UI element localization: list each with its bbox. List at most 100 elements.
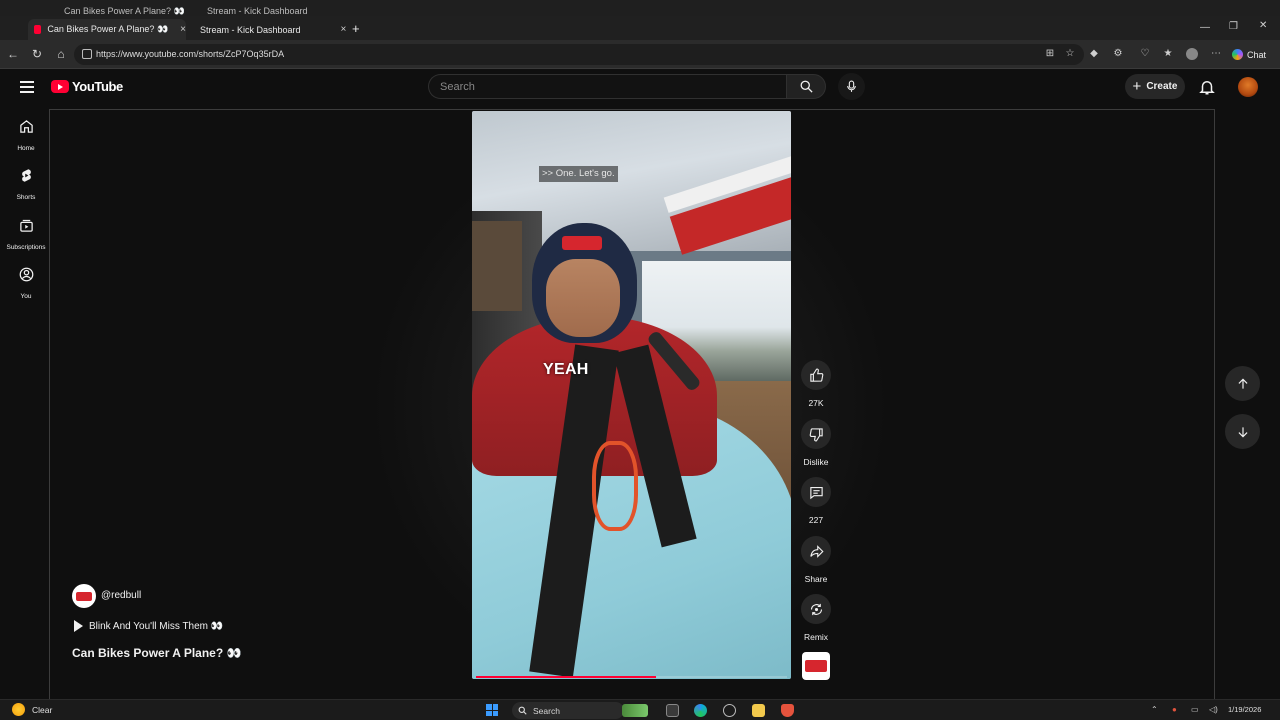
favorite-star-icon[interactable]: ☆ [1064, 48, 1076, 60]
display-icon[interactable]: ▭ [1191, 705, 1199, 714]
address-bar[interactable]: https://www.youtube.com/shorts/ZcP7Oq35r… [74, 44, 1084, 65]
copilot-icon [1232, 49, 1243, 60]
search-button[interactable] [786, 74, 826, 99]
brave-browser-icon[interactable] [781, 704, 794, 717]
create-button[interactable]: + Create [1125, 74, 1185, 99]
playlist-link[interactable]: Blink And You'll Miss Them 👀 [74, 620, 223, 632]
create-label: Create [1146, 81, 1178, 92]
search-input[interactable]: Search [428, 74, 786, 99]
voice-search-button[interactable] [838, 73, 865, 100]
youtube-favicon-icon [34, 25, 42, 34]
short-video[interactable] [472, 111, 791, 679]
close-icon[interactable]: × [180, 24, 186, 35]
taskbar-search[interactable]: Search [512, 702, 624, 719]
menu-icon[interactable] [20, 81, 34, 93]
plus-icon: + [1132, 78, 1142, 95]
dislike-button[interactable]: Dislike [799, 419, 833, 467]
lock-icon [82, 49, 92, 59]
address-url[interactable]: https://www.youtube.com/shorts/ZcP7Oq35r… [96, 49, 284, 59]
like-count: 27K [808, 398, 824, 408]
guide-label-you: You [20, 293, 32, 300]
comment-count: 227 [808, 515, 824, 525]
reload-icon[interactable]: ↻ [29, 46, 45, 62]
tray-app-icon[interactable]: ● [1172, 705, 1177, 714]
tab-youtube[interactable]: Can Bikes Power A Plane? 👀 × [28, 19, 186, 40]
channel-avatar[interactable] [72, 584, 96, 608]
weather-sun-icon [12, 703, 25, 716]
back-icon[interactable]: ← [5, 46, 21, 62]
dislike-label: Dislike [803, 457, 829, 467]
youtube-logo-text: YouTube [72, 79, 123, 94]
restore-icon[interactable]: ❐ [1229, 21, 1238, 32]
taskbar-date: 1/19/2026 [1228, 705, 1262, 714]
youtube-header: YouTube Search + Create [0, 70, 1280, 106]
search-highlight-icon[interactable] [622, 704, 648, 717]
file-explorer-icon[interactable] [752, 704, 765, 717]
tab-kick[interactable]: Stream - Kick Dashboard × [188, 19, 346, 40]
like-button[interactable]: 27K [799, 360, 833, 408]
window-close-icon[interactable]: ✕ [1259, 20, 1267, 31]
youtube-play-icon [51, 80, 69, 93]
chat-label: Chat [1247, 49, 1267, 60]
app-circle-icon[interactable] [723, 704, 736, 717]
profile-avatar[interactable] [1186, 48, 1198, 60]
you-icon [19, 267, 33, 282]
channel-handle[interactable]: @redbull [101, 590, 141, 601]
remix-button[interactable]: Remix [799, 594, 833, 642]
playlist-title: Blink And You'll Miss Them 👀 [89, 620, 224, 632]
previous-short-button[interactable] [1225, 366, 1260, 401]
guide-item-you[interactable]: You [0, 267, 52, 303]
closed-caption: >> One. Let's go. [539, 166, 618, 182]
video-progress-fill [476, 676, 657, 678]
redbull-logo-icon [76, 591, 92, 601]
arrow-down-icon [1238, 426, 1247, 437]
guide-item-shorts[interactable]: Shorts [0, 168, 52, 204]
tab-kick-label: Stream - Kick Dashboard [200, 24, 301, 35]
new-tab-button[interactable]: + [352, 18, 360, 39]
browser-toolbar: ← ↻ ⌂ https://www.youtube.com/shorts/ZcP… [0, 40, 1280, 69]
edge-browser-icon[interactable] [694, 704, 707, 717]
more-icon[interactable]: ⋯ [1210, 48, 1222, 60]
search-icon [800, 80, 813, 93]
notifications-bell-icon[interactable] [1198, 78, 1216, 96]
task-view-icon[interactable] [666, 704, 679, 717]
share-icon [809, 544, 824, 558]
video-overlay-text: YEAH [543, 361, 589, 378]
guide-item-subscriptions[interactable]: Subscriptions [0, 218, 52, 254]
video-title[interactable]: Can Bikes Power A Plane? 👀 [72, 646, 241, 660]
start-button[interactable] [486, 704, 498, 716]
volume-icon[interactable]: ◁) [1209, 705, 1218, 714]
ghost-tab-kick: Stream - Kick Dashboard [207, 6, 308, 16]
app-install-icon[interactable]: ⊞ [1044, 48, 1056, 60]
extension-diamond-icon[interactable]: ◆ [1088, 48, 1100, 60]
youtube-logo[interactable]: YouTube [51, 79, 123, 94]
minimize-icon[interactable]: — [1200, 22, 1210, 33]
share-button[interactable]: Share [799, 536, 833, 584]
copilot-chat-button[interactable]: Chat [1232, 45, 1274, 64]
account-avatar[interactable] [1238, 77, 1258, 97]
weather-widget[interactable]: Clear [12, 703, 52, 716]
guide-label-home: Home [17, 145, 35, 152]
browser-essentials-icon[interactable]: ♡ [1139, 48, 1151, 60]
taskbar-search-label: Search [533, 705, 560, 716]
next-short-button[interactable] [1225, 414, 1260, 449]
ghost-tab-strip: Can Bikes Power A Plane? 👀 Stream - Kick… [0, 0, 1280, 16]
comments-button[interactable]: 227 [799, 477, 833, 525]
guide-label-shorts: Shorts [16, 194, 36, 201]
close-icon[interactable]: × [341, 24, 347, 35]
tab-youtube-label: Can Bikes Power A Plane? 👀 [47, 24, 169, 34]
favorites-icon[interactable]: ★ [1162, 48, 1174, 60]
remix-label: Remix [803, 632, 829, 642]
search-icon [518, 706, 527, 715]
home-browser-icon[interactable]: ⌂ [53, 46, 69, 62]
windows-taskbar: Clear Search ⌃ ● ▭ ◁) 1/19/2026 [0, 699, 1280, 720]
sound-thumbnail[interactable] [802, 652, 830, 680]
video-progress-bar[interactable] [476, 676, 787, 678]
microphone-icon [847, 80, 856, 92]
tray-chevron-icon[interactable]: ⌃ [1151, 705, 1158, 714]
tab-bar: Can Bikes Power A Plane? 👀 × Stream - Ki… [0, 16, 1280, 40]
extensions-icon[interactable]: ⚙ [1112, 48, 1124, 60]
guide-label-subscriptions: Subscriptions [6, 244, 46, 251]
guide-item-home[interactable]: Home [0, 119, 52, 155]
play-icon [74, 620, 83, 632]
